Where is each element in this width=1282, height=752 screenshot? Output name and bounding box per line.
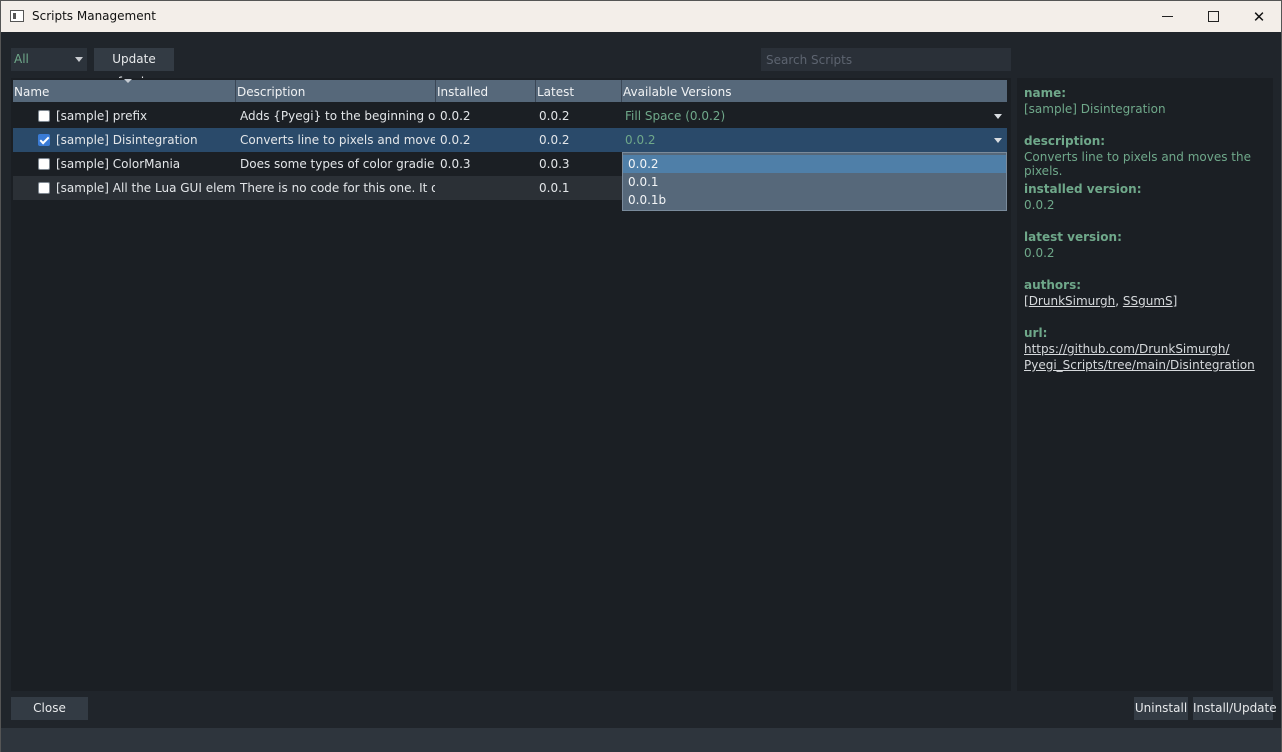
row-installed-version: 0.0.2 <box>440 133 471 147</box>
row-checkbox[interactable] <box>38 158 50 170</box>
close-icon: ✕ <box>1252 7 1266 26</box>
authors-label: authors: <box>1024 278 1082 292</box>
url-label: url: <box>1024 326 1048 340</box>
row-name: [sample] ColorMania <box>56 157 181 171</box>
status-bar <box>1 728 1281 752</box>
row-available-version-combo[interactable]: Fill Space (0.0.2) <box>625 104 985 128</box>
sort-indicator-icon <box>124 79 132 83</box>
name-label: name: <box>1024 86 1067 100</box>
chevron-down-icon <box>994 138 1002 143</box>
row-name: [sample] All the Lua GUI elements <box>56 181 236 195</box>
maximize-button[interactable] <box>1190 1 1236 32</box>
installed-version-label: installed version: <box>1024 182 1142 196</box>
table-row-selected[interactable]: [sample] Disintegration Converts line to… <box>13 128 1007 152</box>
version-dropdown-list: 0.0.2 0.0.1 0.0.1b <box>622 152 1007 211</box>
installed-version-value: 0.0.2 <box>1024 198 1055 212</box>
authors-value: [DrunkSimurgh, SSgumS] <box>1024 294 1178 308</box>
column-header-description[interactable]: Description <box>236 80 436 102</box>
filter-combo[interactable]: All <box>11 48 87 71</box>
row-checkbox[interactable] <box>38 110 50 122</box>
row-description: Converts line to pixels and moves t... <box>240 133 435 147</box>
column-header-name[interactable]: Name <box>13 79 236 102</box>
row-latest-version: 0.0.3 <box>539 157 570 171</box>
maximize-icon <box>1207 11 1219 22</box>
row-installed-version: 0.0.3 <box>440 157 471 171</box>
row-description: Adds {Pyegi} to the beginning of d... <box>240 109 435 123</box>
search-input[interactable] <box>761 48 1011 71</box>
chevron-down-icon <box>75 57 83 62</box>
row-latest-version: 0.0.2 <box>539 109 570 123</box>
window-title: Scripts Management <box>32 9 156 23</box>
details-panel: name: [sample] Disintegration descriptio… <box>1017 78 1273 691</box>
chevron-down-icon <box>994 114 1002 119</box>
update-feeds-button[interactable]: Update feeds <box>94 48 174 89</box>
row-name: [sample] Disintegration <box>56 133 198 147</box>
title-bar: Scripts Management ✕ <box>1 1 1281 32</box>
row-latest-version: 0.0.2 <box>539 133 570 147</box>
url-link-continued[interactable]: Pyegi_Scripts/tree/main/Disintegration <box>1024 358 1255 372</box>
close-button[interactable]: Close <box>11 697 88 720</box>
row-available-version-combo[interactable]: 0.0.2 <box>625 128 985 152</box>
name-value: [sample] Disintegration <box>1024 102 1166 116</box>
url-link[interactable]: https://github.com/DrunkSimurgh/ <box>1024 342 1230 356</box>
description-label: description: <box>1024 134 1106 148</box>
row-checkbox[interactable] <box>38 134 50 146</box>
minimize-icon <box>1161 16 1173 17</box>
version-option[interactable]: 0.0.1 <box>623 173 1006 191</box>
row-description: There is no code for this one. It onl... <box>240 181 435 195</box>
install-update-button[interactable]: Install/Update <box>1193 697 1277 720</box>
row-checkbox[interactable] <box>38 182 50 194</box>
version-option[interactable]: 0.0.2 <box>623 155 1006 173</box>
minimize-button[interactable] <box>1144 1 1190 32</box>
row-installed-version <box>440 176 535 200</box>
app-icon <box>10 10 24 22</box>
table-row[interactable]: [sample] prefix Adds {Pyegi} to the begi… <box>13 104 1007 128</box>
version-option[interactable]: 0.0.1b <box>623 191 1006 209</box>
scripts-management-window: Scripts Management ✕ All Update feeds Na… <box>0 0 1282 752</box>
row-installed-version: 0.0.2 <box>440 109 471 123</box>
row-latest-version: 0.0.1 <box>539 181 570 195</box>
row-description: Does some types of color gradient... <box>240 157 435 171</box>
description-value: Converts line to pixels and moves the pi… <box>1024 150 1251 178</box>
column-header-installed-version[interactable]: Installed Version <box>436 80 536 123</box>
latest-version-value: 0.0.2 <box>1024 246 1055 260</box>
uninstall-button[interactable]: Uninstall <box>1134 697 1188 720</box>
author-link[interactable]: SSgumS <box>1123 294 1173 308</box>
close-window-button[interactable]: ✕ <box>1236 1 1282 32</box>
row-name: [sample] prefix <box>56 109 148 123</box>
column-header-latest-version[interactable]: Latest Version <box>536 80 622 123</box>
filter-value: All <box>14 52 29 66</box>
column-header-available-versions[interactable]: Available Versions <box>622 80 1007 102</box>
table-header: Name Description Installed Version Lates… <box>13 79 1007 123</box>
author-link[interactable]: DrunkSimurgh <box>1029 294 1116 308</box>
latest-version-label: latest version: <box>1024 230 1122 244</box>
